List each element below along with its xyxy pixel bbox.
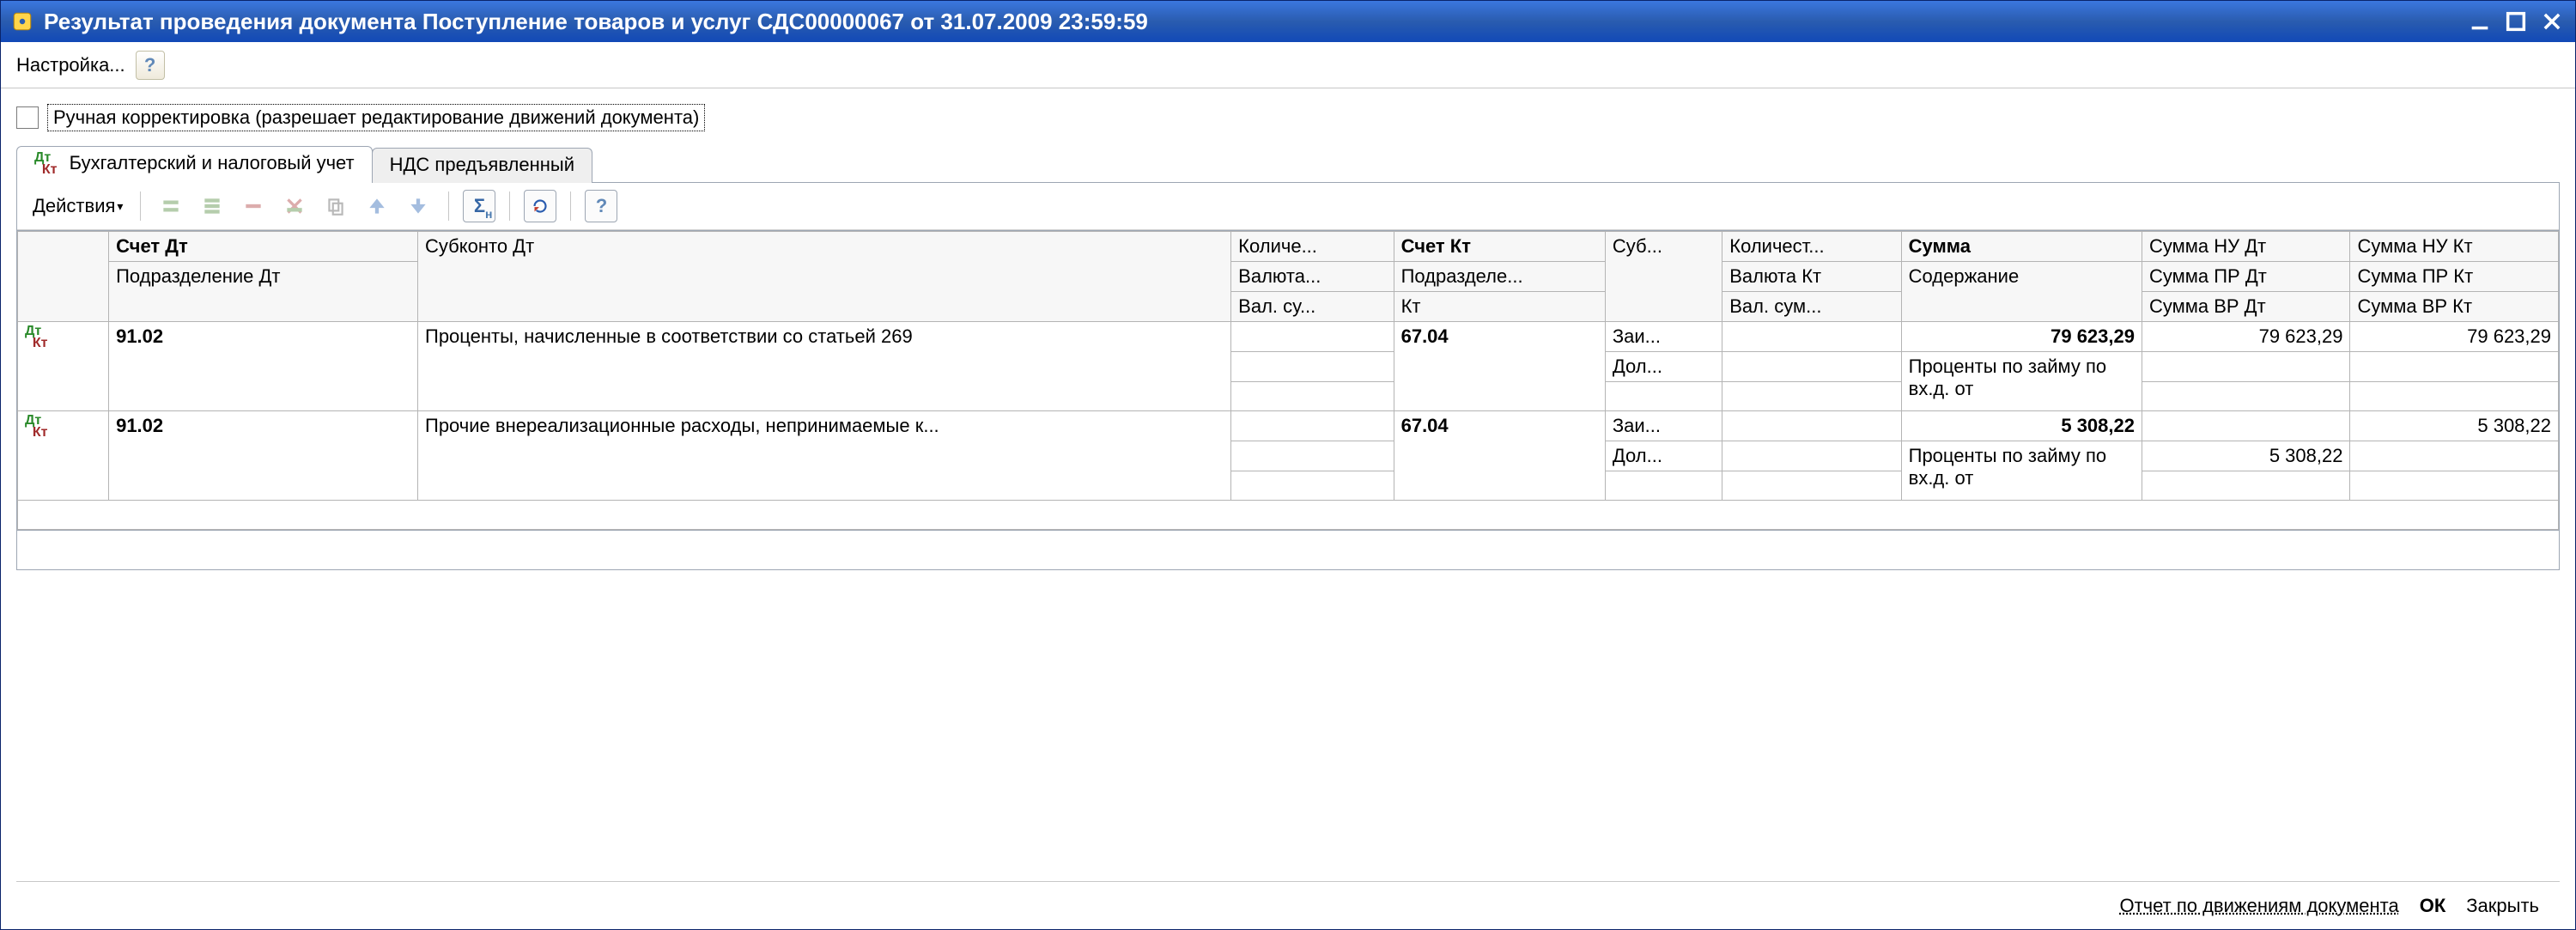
cell-sum-pr-kt <box>2350 352 2559 382</box>
tab-panel-footer-space <box>16 531 2560 570</box>
cell-sum-pr-dt: 5 308,22 <box>2142 441 2349 471</box>
grid[interactable]: Счет Дт Субконто Дт Количе... Счет Кт Су… <box>17 230 2559 531</box>
maximize-button[interactable] <box>2500 5 2532 38</box>
cell-sum-nu-dt: 79 623,29 <box>2142 322 2349 352</box>
window-title: Результат проведения документа Поступлен… <box>44 9 2460 35</box>
add-row-icon[interactable] <box>155 190 187 222</box>
table-header: Счет Дт Субконто Дт Количе... Счет Кт Су… <box>18 232 2559 322</box>
cell-subkonto-kt: Дол... <box>1605 352 1722 382</box>
chevron-down-icon: ▾ <box>117 199 123 214</box>
window-frame: Результат проведения документа Поступлен… <box>0 0 2576 930</box>
toolbar-separator <box>140 191 141 221</box>
grid-toolbar: Действия ▾ Σн ? <box>17 183 2559 230</box>
col-subkonto-dt[interactable]: Субконто Дт <box>418 232 1231 322</box>
sigma-icon[interactable]: Σн <box>463 190 495 222</box>
cell-sum-nu-kt: 5 308,22 <box>2350 411 2559 441</box>
col-qty-kt[interactable]: Количест... <box>1722 232 1901 262</box>
cell-sum-vr-kt <box>2350 382 2559 411</box>
cell-sum: 5 308,22 <box>1901 411 2142 441</box>
cell-subkonto-kt: Дол... <box>1605 441 1722 471</box>
col-currency-kt[interactable]: Валюта Кт <box>1722 262 1901 292</box>
report-link[interactable]: Отчет по движениям документа <box>2119 895 2398 917</box>
table-row[interactable]: Дт Кт 91.02 Прочие внереализационные рас… <box>18 411 2559 441</box>
tab-accounting-label: Бухгалтерский и налоговый учет <box>70 152 355 173</box>
app-icon <box>11 10 33 33</box>
toolbar-help-icon[interactable]: ? <box>585 190 617 222</box>
dtkt-icon: Дт Кт <box>25 325 48 350</box>
col-currency-dt[interactable]: Валюта... <box>1231 262 1394 292</box>
clear-icon[interactable] <box>278 190 311 222</box>
cell-sum-nu-dt <box>2142 411 2349 441</box>
help-button[interactable]: ? <box>136 51 165 80</box>
col-account-kt[interactable]: Счет Кт <box>1394 232 1605 262</box>
cell-sum-vr-dt <box>2142 471 2349 501</box>
table-footer-row <box>18 501 2559 530</box>
cell-sum-pr-dt <box>2142 352 2349 382</box>
toolbar-separator <box>448 191 449 221</box>
cell-sum-vr-dt <box>2142 382 2349 411</box>
arrow-up-icon[interactable] <box>361 190 393 222</box>
tab-panel: Действия ▾ Σн ? <box>16 182 2560 531</box>
titlebar[interactable]: Результат проведения документа Поступлен… <box>1 1 2575 42</box>
actions-menu[interactable]: Действия ▾ <box>29 193 126 219</box>
dtkt-icon: Дт Кт <box>25 415 48 439</box>
cell-subkonto-kt: Заи... <box>1605 322 1722 352</box>
cell-sum-pr-kt <box>2350 441 2559 471</box>
col-sum-nu-dt[interactable]: Сумма НУ Дт <box>2142 232 2349 262</box>
manual-edit-row: Ручная корректировка (разрешает редактир… <box>16 104 2560 131</box>
cell-subkonto-dt: Проценты, начисленные в соответствии со … <box>418 322 1231 411</box>
col-sum-nu-kt[interactable]: Сумма НУ Кт <box>2350 232 2559 262</box>
insert-row-icon[interactable] <box>196 190 228 222</box>
action-bar: Настройка... ? <box>1 42 2575 88</box>
cell-account-dt: 91.02 <box>109 322 418 411</box>
cell-account-kt: 67.04 <box>1394 411 1605 501</box>
table-row[interactable]: Дт Кт 91.02 Проценты, начисленные в соот… <box>18 322 2559 352</box>
cell-content: Проценты по займу по вх.д. от <box>1901 441 2142 501</box>
tab-strip: Дт Кт Бухгалтерский и налоговый учет НДС… <box>16 145 2560 182</box>
arrow-down-icon[interactable] <box>402 190 434 222</box>
cell-content: Проценты по займу по вх.д. от <box>1901 352 2142 411</box>
manual-edit-checkbox[interactable] <box>16 106 39 129</box>
cell-sum-nu-kt: 79 623,29 <box>2350 322 2559 352</box>
minimize-button[interactable] <box>2464 5 2496 38</box>
actions-menu-label: Действия <box>33 195 115 217</box>
col-account-dt[interactable]: Счет Дт <box>109 232 418 262</box>
col-division-kt[interactable]: Подразделе... <box>1394 262 1605 292</box>
cell-sum-vr-kt <box>2350 471 2559 501</box>
accounting-table: Счет Дт Субконто Дт Количе... Счет Кт Су… <box>17 231 2559 530</box>
footer-bar: Отчет по движениям документа ОК Закрыть <box>16 881 2560 929</box>
col-qty-dt[interactable]: Количе... <box>1231 232 1394 262</box>
col-subkonto-kt[interactable]: Суб... <box>1605 232 1722 322</box>
ok-button[interactable]: ОК <box>2420 895 2446 917</box>
client-area: Ручная корректировка (разрешает редактир… <box>1 88 2575 929</box>
cell-account-kt: 67.04 <box>1394 322 1605 411</box>
col-sum[interactable]: Сумма <box>1901 232 2142 262</box>
col-sum-vr-dt[interactable]: Сумма ВР Дт <box>2142 292 2349 322</box>
cell-sum: 79 623,29 <box>1901 322 2142 352</box>
settings-link[interactable]: Настройка... <box>16 54 125 76</box>
col-sum-pr-kt[interactable]: Сумма ПР Кт <box>2350 262 2559 292</box>
copy-icon[interactable] <box>319 190 352 222</box>
refresh-icon[interactable] <box>524 190 556 222</box>
cell-subkonto-dt: Прочие внереализационные расходы, неприн… <box>418 411 1231 501</box>
cell-subkonto-kt: Заи... <box>1605 411 1722 441</box>
tab-vat[interactable]: НДС предъявленный <box>372 148 592 183</box>
dtkt-icon: Дт Кт <box>34 152 58 176</box>
col-val-sum-kt[interactable]: Вал. сум... <box>1722 292 1901 322</box>
cell-account-dt: 91.02 <box>109 411 418 501</box>
tab-vat-label: НДС предъявленный <box>390 154 574 175</box>
col-kt[interactable]: Кт <box>1394 292 1605 322</box>
close-button[interactable] <box>2536 5 2568 38</box>
toolbar-separator <box>509 191 510 221</box>
col-content[interactable]: Содержание <box>1901 262 2142 322</box>
col-division-dt[interactable]: Подразделение Дт <box>109 262 418 322</box>
col-sum-vr-kt[interactable]: Сумма ВР Кт <box>2350 292 2559 322</box>
manual-edit-label: Ручная корректировка (разрешает редактир… <box>47 104 705 131</box>
toolbar-separator <box>570 191 571 221</box>
col-sum-pr-dt[interactable]: Сумма ПР Дт <box>2142 262 2349 292</box>
close-link[interactable]: Закрыть <box>2466 895 2539 917</box>
col-val-sum-dt[interactable]: Вал. су... <box>1231 292 1394 322</box>
tab-accounting[interactable]: Дт Кт Бухгалтерский и налоговый учет <box>16 146 373 183</box>
delete-row-icon[interactable] <box>237 190 270 222</box>
